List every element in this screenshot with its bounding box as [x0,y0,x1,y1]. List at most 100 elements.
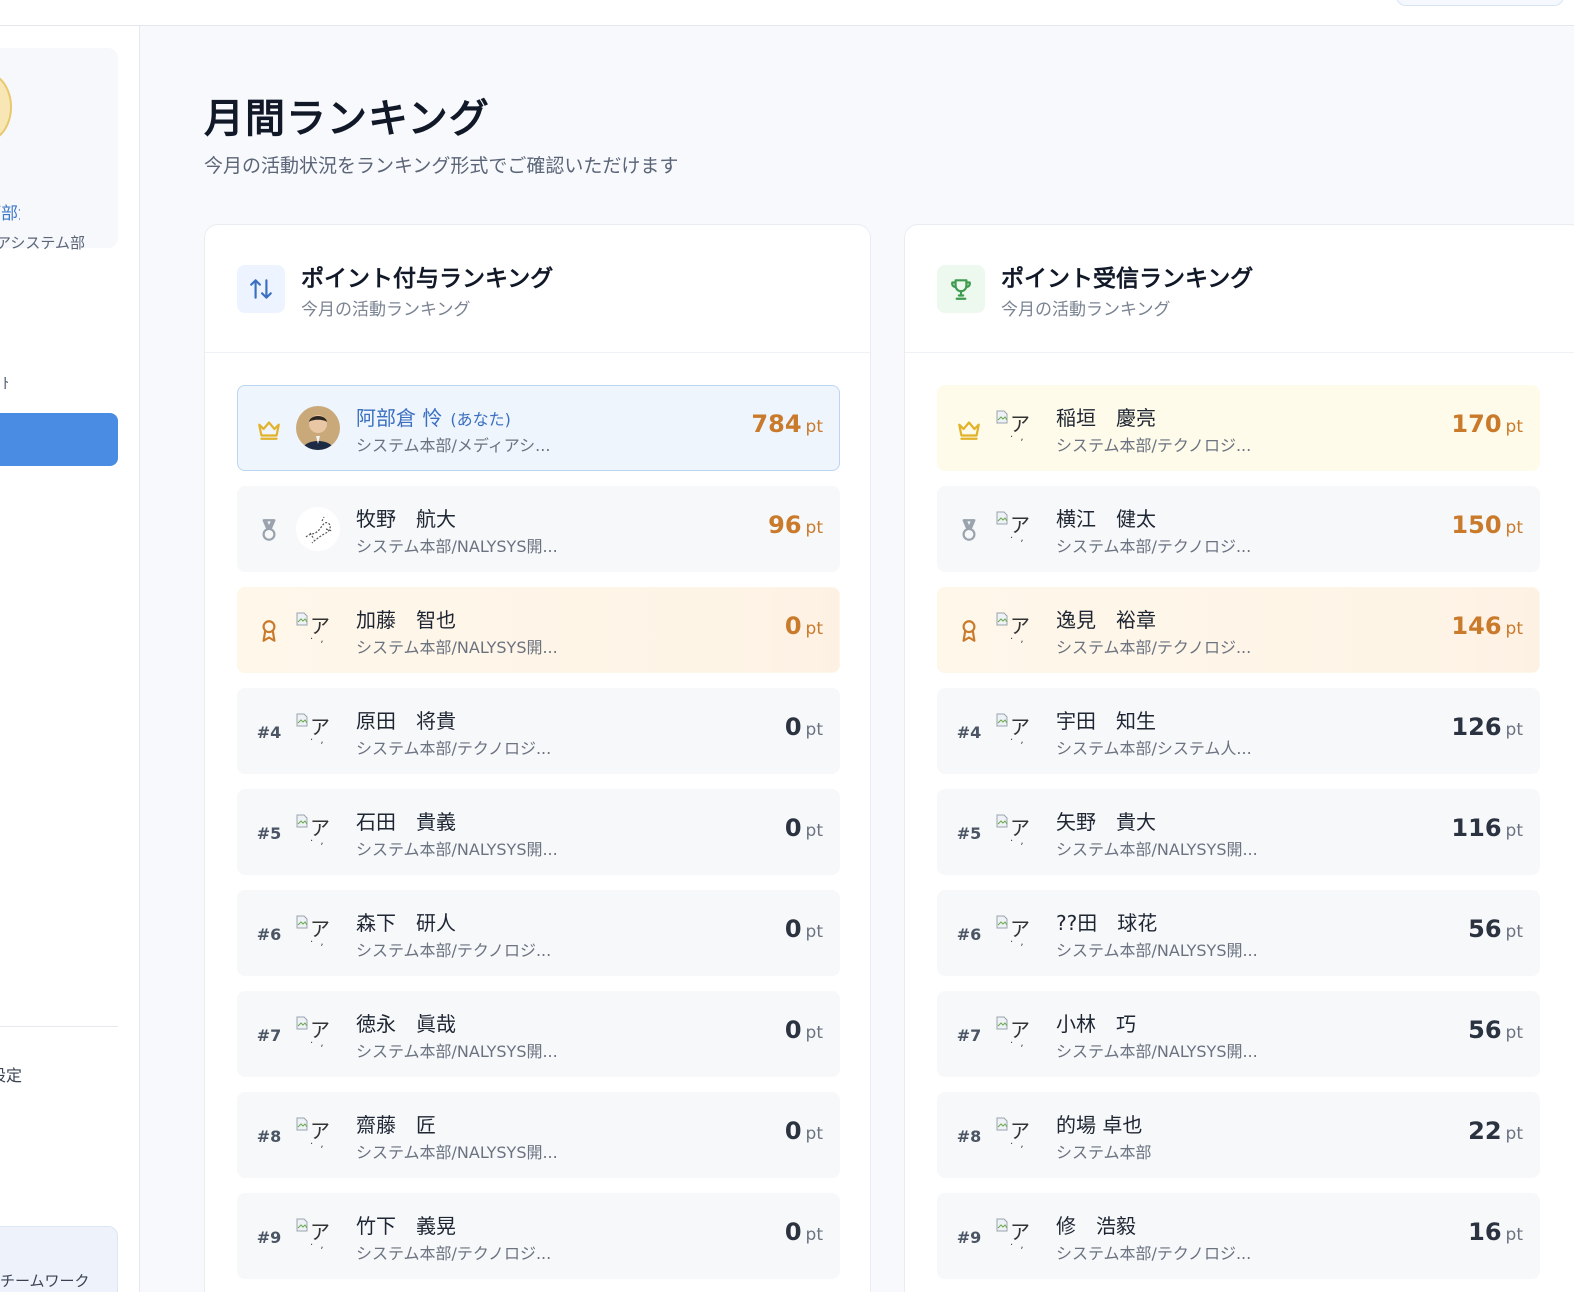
user-department: システム本部/NALYSYS開... [1056,941,1258,960]
crown-icon [254,414,284,444]
points-number: 56 [1468,915,1502,943]
ranking-row[interactable]: #8 ア · , 的場 卓也 システム本部 22 pt [937,1092,1540,1178]
user-name[interactable]: 的場 卓也 [1056,1109,1142,1138]
avatar: ア · , [996,406,1040,450]
top-bar [0,0,1574,26]
user-name-text: 小林 巧 [1056,1012,1136,1036]
points-value: 96 pt [768,511,823,539]
page-title: 月間ランキング [204,96,490,142]
user-name[interactable]: 竹下 義晃 [356,1210,456,1239]
ranking-row[interactable]: #4 ア · , 原田 将貴 システム本部/テクノロジ... 0 pt [237,688,840,774]
user-name-text: 横江 健太 [1056,507,1156,531]
user-name[interactable]: 稲垣 慶亮 [1056,402,1156,431]
broken-image-dots: · , [310,1038,326,1049]
ranking-row[interactable]: #7 ア · , 小林 巧システム本部/NALYSYS開... 56 pt [937,991,1540,1077]
user-department: システム本部/テクノロジ... [1056,436,1252,455]
points-unit: pt [1505,1023,1523,1043]
ranking-row[interactable]: #4 ア · , 宇田 知生 システム本部/システム人... 126 pt [937,688,1540,774]
ranking-row[interactable]: ア · , 加藤 智也 システム本部/NALYSYS開... 0 pt [237,587,840,673]
points-unit: pt [1505,1225,1523,1245]
user-department: システム本部/NALYSYS開... [356,1042,558,1061]
avatar: ア · , [996,1113,1040,1157]
broken-image-dots: · , [1010,432,1026,443]
points-value: 0 pt [785,915,823,943]
arrows-up-down-icon [237,265,285,313]
ranking-row[interactable]: ア · , 稲垣 慶亮 システム本部/テクノロジ... 170 pt [937,385,1540,471]
points-number: 784 [751,410,802,438]
user-name[interactable]: 加藤 智也 [356,604,456,633]
points-number: 0 [784,814,802,842]
broken-image-dots: · , [1010,1038,1026,1049]
broken-image-dots: · , [310,836,326,847]
sidebar-item-partial[interactable]: ド [0,372,8,393]
ranking-row[interactable]: ア · , 逸見 裕章 システム本部/テクノロジ... 146 pt [937,587,1540,673]
avatar [296,507,340,551]
user-department: システム本部/NALYSYS開... [356,537,558,556]
broken-image-dots: · , [1010,1240,1026,1251]
user-department: システム本部/テクノロジ... [356,941,552,960]
points-value: 0 pt [785,1218,823,1246]
user-name[interactable]: ??田 球花 [1056,907,1157,936]
ranking-row[interactable]: #5 ア · , 石田 貴義 システム本部/NALYSYS開... 0 pt [237,789,840,875]
user-name[interactable]: 矢野 貴大 [1056,806,1156,835]
user-name[interactable]: 牧野 航大 [356,503,456,532]
user-name[interactable]: 阿部倉 怜 (あなた) [356,402,511,431]
avatar: ア · , [996,709,1040,753]
ranking-row[interactable]: ア · , 横江 健太 システム本部/テクノロジ... 150 pt [937,486,1540,572]
ranking-row[interactable]: #5 ア · , 矢野 貴大 システム本部/NALYSYS開... 116 pt [937,789,1540,875]
ranking-row[interactable]: #6 ア · , ??田 球花 システム本部/NALYSYS開... 56 pt [937,890,1540,976]
user-department: システム本部/システム人... [1056,739,1252,758]
user-name-text: 的場 卓也 [1056,1113,1143,1137]
award-icon [954,616,984,646]
avatar: ア · , [996,608,1040,652]
user-name[interactable]: 修 浩毅 [1056,1210,1136,1239]
sidebar-item-ranking-active[interactable] [0,413,118,466]
points-value: 784 pt [751,410,823,438]
user-name[interactable]: 森下 研人 [356,907,456,936]
user-name[interactable]: 逸見 裕章 [1056,604,1156,633]
points-unit: pt [1505,619,1523,639]
avatar: ア · , [296,608,340,652]
user-name[interactable]: 原田 将貴 [356,705,456,734]
avatar: ア · , [296,810,340,854]
give-ranking-panel: ポイント付与ランキング 今月の活動ランキング 阿部倉 怜 (あなた) システム本部/… [204,224,871,1292]
user-name-text: 竹下 義晃 [356,1214,456,1238]
user-name[interactable]: 石田 貴義 [356,806,456,835]
top-bar-button[interactable] [1396,0,1564,6]
user-name[interactable]: 徳永 眞哉 [356,1008,456,1037]
user-department: システム本部 [1056,1143,1152,1162]
panel-subtitle: 今月の活動ランキング [301,300,471,320]
avatar: ア · , [996,911,1040,955]
panel-header: ポイント付与ランキング 今月の活動ランキング [205,225,870,353]
user-name[interactable]: 齋藤 匠 [356,1109,436,1138]
panel-title: ポイント受信ランキング [1001,266,1254,292]
ranking-row[interactable]: 牧野 航大システム本部/NALYSYS開... 96 pt [237,486,840,572]
user-name-text: 逸見 裕章 [1056,608,1156,632]
points-value: 0 pt [785,814,823,842]
user-name[interactable]: 小林 巧 [1056,1008,1136,1037]
user-department: システム本部/テクノロジ... [1056,638,1252,657]
points-number: 22 [1468,1117,1502,1145]
rank-number: #4 [256,722,282,742]
user-name-text: 石田 貴義 [356,810,456,834]
avatar: ア · , [996,1012,1040,1056]
ranking-row[interactable]: #7 ア · , 徳永 眞哉 システム本部/NALYSYS開... 0 pt [237,991,840,1077]
sidebar-item-settings[interactable]: 設定 [0,1062,22,1086]
user-department: システム本部/NALYSYS開... [356,1143,558,1162]
ranking-row[interactable]: #6 ア · , 森下 研人 システム本部/テクノロジ... 0 pt [237,890,840,976]
ranking-row[interactable]: 阿部倉 怜 (あなた) システム本部/メディアシ... 784 pt [237,385,840,471]
user-department: システム本部/テクノロジ... [356,739,552,758]
ranking-row[interactable]: #9 ア · , 竹下 義晃 システム本部/テクノロジ... 0 pt [237,1193,840,1279]
user-name-text: 森下 研人 [356,911,456,935]
user-name[interactable]: 宇田 知生 [1056,705,1156,734]
ranking-row[interactable]: #8 ア · , 齋藤 匠システム本部/NALYSYS開... 0 pt [237,1092,840,1178]
points-value: 0 pt [785,713,823,741]
user-department: システム本部/NALYSYS開... [1056,840,1258,859]
ranking-row[interactable]: #9 ア · , 修 浩毅 システム本部/テクノロジ... 16 pt [937,1193,1540,1279]
points-unit: pt [1505,720,1523,740]
broken-image-dots: · , [1010,1139,1026,1150]
points-unit: pt [805,720,823,740]
user-name-text: 徳永 眞哉 [356,1012,456,1036]
user-name[interactable]: 横江 健太 [1056,503,1156,532]
points-unit: pt [805,1225,823,1245]
